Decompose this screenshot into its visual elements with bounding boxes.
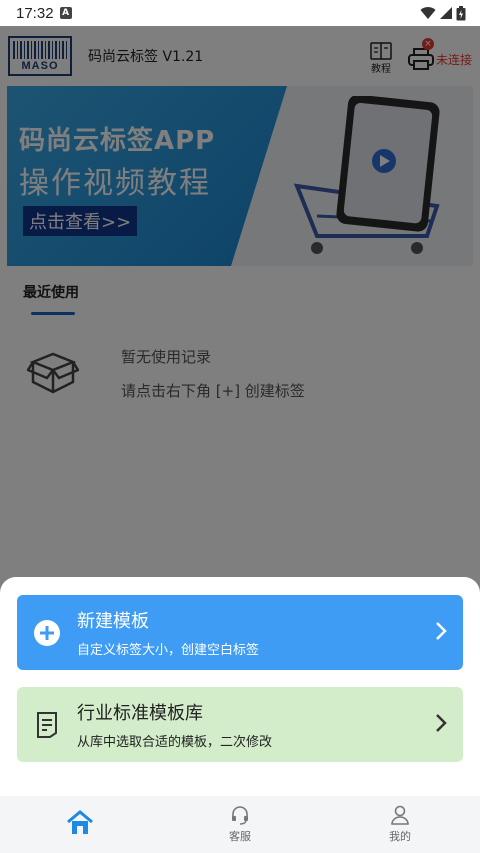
notification-icon: A — [59, 7, 72, 19]
nav-customer-service-label: 客服 — [229, 830, 251, 843]
status-icons — [420, 5, 466, 21]
industry-library-title: 行业标准模板库 — [77, 703, 203, 724]
chevron-right-icon — [436, 714, 447, 732]
nav-home[interactable] — [0, 796, 160, 853]
bottom-navigation: 客服 我的 — [0, 796, 480, 853]
industry-library-subtitle: 从库中选取合适的模板，二次修改 — [77, 735, 273, 750]
plus-circle-icon — [33, 619, 61, 647]
new-template-subtitle: 自定义标签大小，创建空白标签 — [77, 643, 260, 658]
new-template-title: 新建模板 — [77, 611, 149, 632]
nav-profile[interactable]: 我的 — [320, 796, 480, 853]
status-time: 17:32 — [16, 4, 54, 22]
wifi-icon — [420, 7, 436, 20]
nav-customer-service[interactable]: 客服 — [160, 796, 320, 853]
chevron-right-icon — [436, 622, 447, 640]
headset-icon — [232, 806, 248, 825]
document-icon — [33, 711, 61, 739]
user-icon — [391, 805, 409, 825]
home-icon — [67, 810, 93, 834]
nav-profile-label: 我的 — [389, 830, 411, 843]
status-bar: 17:32 A — [0, 0, 480, 26]
new-template-button[interactable]: 新建模板 自定义标签大小，创建空白标签 — [17, 595, 463, 670]
battery-icon — [456, 5, 466, 20]
signal-icon — [440, 7, 452, 19]
industry-template-library-button[interactable]: 行业标准模板库 从库中选取合适的模板，二次修改 — [17, 687, 463, 762]
